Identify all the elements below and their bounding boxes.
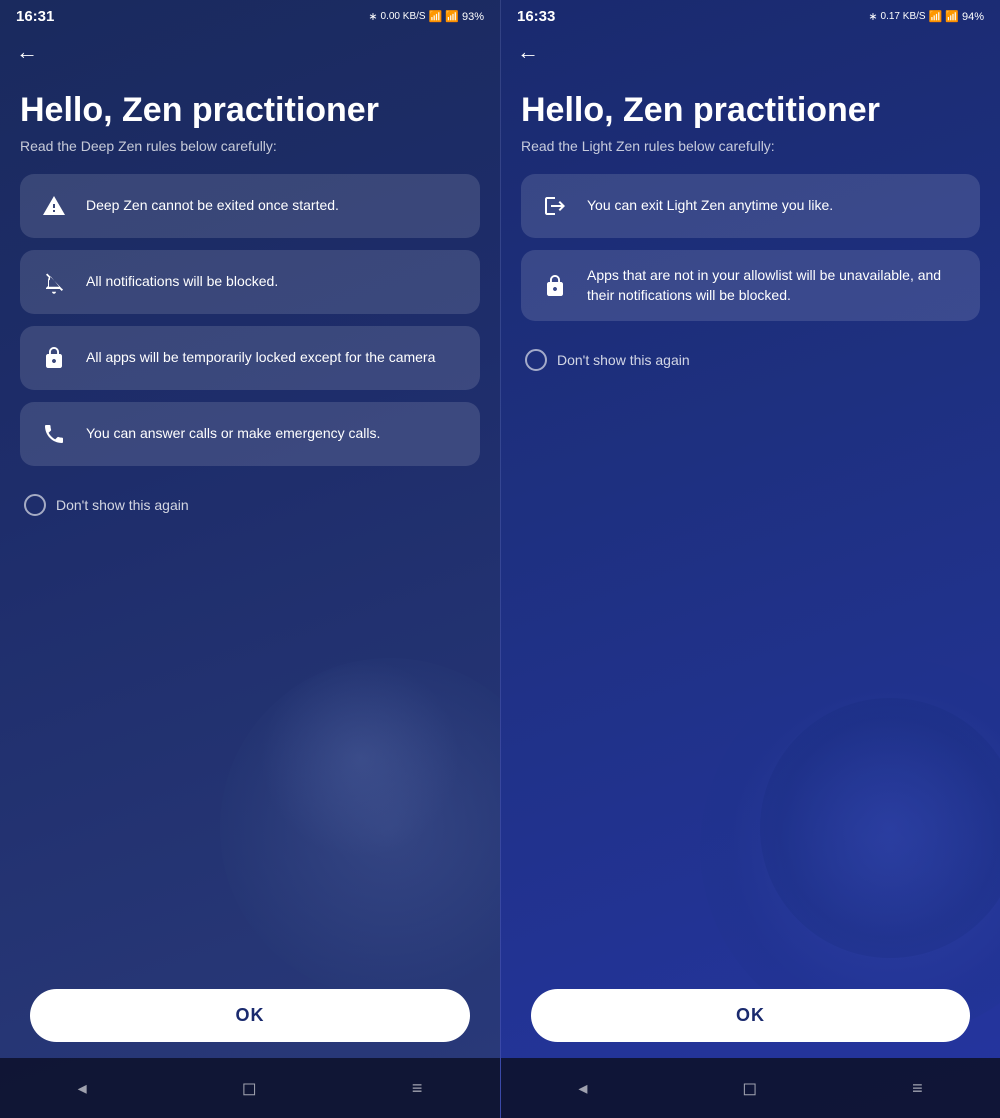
rule-card-2: All notifications will be blocked.: [20, 250, 480, 314]
greeting-right: Hello, Zen practitioner: [521, 91, 980, 130]
rule-card-r2: Apps that are not in your allowlist will…: [521, 250, 980, 321]
rule-text-4: You can answer calls or make emergency c…: [86, 424, 380, 444]
checkbox-left[interactable]: [24, 494, 46, 516]
rule-text-1: Deep Zen cannot be exited once started.: [86, 196, 339, 216]
recents-nav-icon-right[interactable]: ≡: [912, 1078, 923, 1099]
data-speed-right: 0.17 KB/S: [881, 11, 926, 22]
rule-card-1: Deep Zen cannot be exited once started.: [20, 174, 480, 238]
ok-button-area-right: OK: [501, 989, 1000, 1058]
exit-icon: [539, 190, 571, 222]
main-content-left: Hello, Zen practitioner Read the Deep Ze…: [0, 71, 500, 540]
bell-off-icon: [38, 266, 70, 298]
home-nav-icon-left[interactable]: ◻: [242, 1078, 257, 1099]
dont-show-row-left[interactable]: Don't show this again: [20, 478, 480, 532]
subtitle-left: Read the Deep Zen rules below carefully:: [20, 138, 480, 154]
dont-show-label-right: Don't show this again: [557, 352, 690, 368]
ok-button-left[interactable]: OK: [30, 989, 470, 1042]
recents-nav-icon-left[interactable]: ≡: [412, 1078, 423, 1099]
wifi-icon-left: 📶: [429, 10, 443, 23]
wifi-icon-right: 📶: [929, 10, 943, 23]
rule-text-r1: You can exit Light Zen anytime you like.: [587, 196, 833, 216]
lock-icon-right: [539, 270, 571, 302]
ok-button-area-left: OK: [0, 989, 500, 1058]
bluetooth-icon-right: ∗: [868, 10, 877, 23]
rule-card-4: You can answer calls or make emergency c…: [20, 402, 480, 466]
lock-icon-left: [38, 342, 70, 374]
checkbox-right[interactable]: [525, 349, 547, 371]
rule-text-3: All apps will be temporarily locked exce…: [86, 348, 435, 368]
rule-card-3: All apps will be temporarily locked exce…: [20, 326, 480, 390]
rule-card-r1: You can exit Light Zen anytime you like.: [521, 174, 980, 238]
battery-left: 93%: [462, 11, 484, 23]
warning-icon: [38, 190, 70, 222]
bottom-nav-left: ◂ ◻ ≡: [0, 1058, 500, 1118]
status-time-left: 16:31: [16, 8, 54, 25]
deep-zen-screen: 16:31 ∗ 0.00 KB/S 📶 📶 93% ← Hello, Zen p…: [0, 0, 500, 1118]
status-time-right: 16:33: [517, 8, 555, 25]
status-bar-left: 16:31 ∗ 0.00 KB/S 📶 📶 93%: [0, 0, 500, 29]
back-button-left[interactable]: ←: [0, 29, 500, 71]
phone-icon: [38, 418, 70, 450]
battery-right: 94%: [962, 11, 984, 23]
status-icons-right: ∗ 0.17 KB/S 📶 📶 94%: [868, 10, 984, 23]
subtitle-right: Read the Light Zen rules below carefully…: [521, 138, 980, 154]
light-zen-screen: 16:33 ∗ 0.17 KB/S 📶 📶 94% ← Hello, Zen p…: [500, 0, 1000, 1118]
home-nav-icon-right[interactable]: ◻: [742, 1078, 757, 1099]
bluetooth-icon: ∗: [368, 10, 377, 23]
back-button-right[interactable]: ←: [501, 29, 1000, 71]
back-nav-icon-right[interactable]: ◂: [578, 1078, 587, 1099]
greeting-left: Hello, Zen practitioner: [20, 91, 480, 130]
rule-text-r2: Apps that are not in your allowlist will…: [587, 266, 962, 305]
rule-text-2: All notifications will be blocked.: [86, 272, 278, 292]
signal-icon-left: 📶: [445, 10, 459, 23]
dont-show-row-right[interactable]: Don't show this again: [521, 333, 980, 387]
bottom-nav-right: ◂ ◻ ≡: [501, 1058, 1000, 1118]
data-speed-left: 0.00 KB/S: [381, 11, 426, 22]
signal-icon-right: 📶: [945, 10, 959, 23]
back-nav-icon-left[interactable]: ◂: [78, 1078, 87, 1099]
ok-button-right[interactable]: OK: [531, 989, 970, 1042]
status-bar-right: 16:33 ∗ 0.17 KB/S 📶 📶 94%: [501, 0, 1000, 29]
status-icons-left: ∗ 0.00 KB/S 📶 📶 93%: [368, 10, 484, 23]
dont-show-label-left: Don't show this again: [56, 497, 189, 513]
main-content-right: Hello, Zen practitioner Read the Light Z…: [501, 71, 1000, 540]
